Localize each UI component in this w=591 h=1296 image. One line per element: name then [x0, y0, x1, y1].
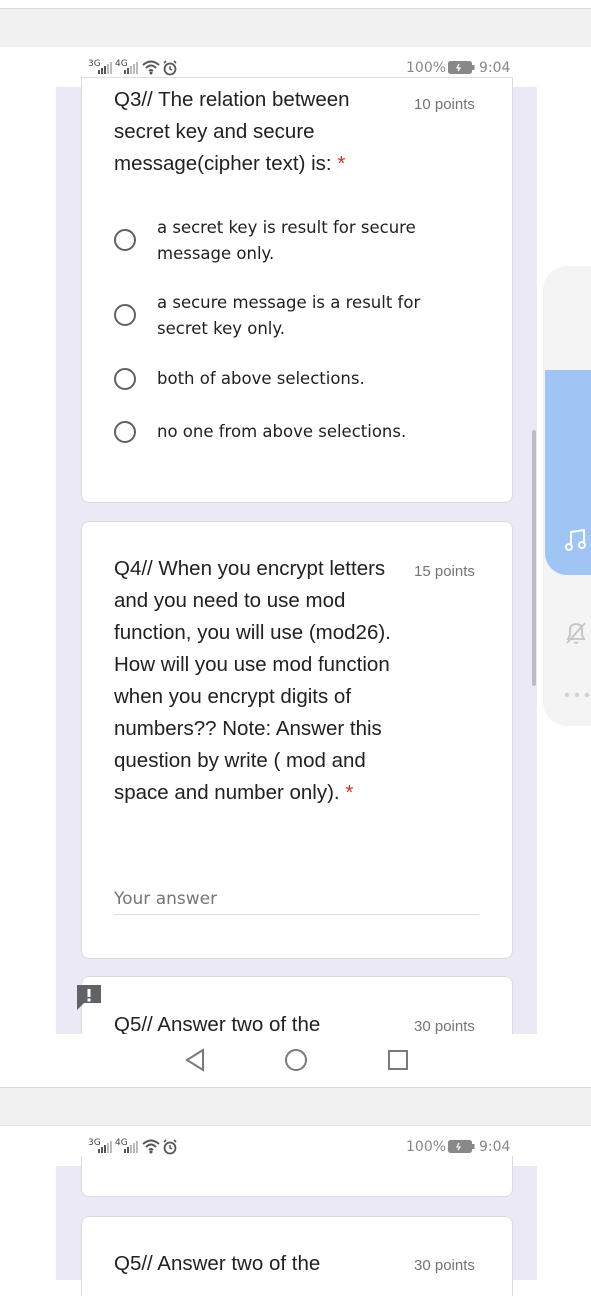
points-label: 30 points	[414, 1257, 475, 1274]
required-asterisk: *	[337, 152, 346, 175]
radio-button[interactable]	[114, 421, 136, 443]
navigation-bar	[0, 1034, 591, 1087]
battery-icon	[448, 1140, 475, 1153]
radio-option[interactable]: a secure message is a result for secret …	[114, 288, 474, 344]
radio-button[interactable]	[114, 304, 136, 326]
wifi-icon	[142, 60, 160, 75]
phone-screen-1: 3G 4G 100% 9:04 Q3// The relation betwee…	[0, 47, 591, 1087]
question-card-q5: Q5// Answer two of the 30 points	[81, 1216, 513, 1296]
mute-bell-icon[interactable]	[564, 620, 588, 646]
feedback-exclamation-icon[interactable]	[75, 983, 103, 1011]
clock: 9:04	[479, 1139, 511, 1155]
back-icon[interactable]	[184, 1048, 206, 1072]
signal-bars-icon	[98, 62, 112, 74]
radio-option[interactable]: a secret key is result for secure messag…	[114, 213, 474, 269]
form-background: Q5// Answer two of the 30 points	[56, 1156, 537, 1296]
option-label: a secure message is a result for secret …	[157, 293, 421, 338]
phone-screen-2: 3G 4G 100% 9:04 Q5// Answer two of the 3…	[0, 1126, 591, 1296]
more-dots-icon[interactable]	[564, 692, 590, 698]
screenshot-gap	[0, 1088, 591, 1125]
question-card-q4	[81, 1156, 513, 1197]
points-label: 30 points	[414, 1018, 475, 1035]
option-label: both of above selections.	[157, 369, 365, 388]
screenshot-gap-top	[0, 0, 591, 8]
question-card-q3: Q3// The relation between secret key and…	[81, 77, 513, 503]
scrollbar-thumb[interactable]	[532, 430, 536, 686]
question-title: Q4// When you encrypt letters and you ne…	[114, 553, 414, 809]
music-note-icon	[565, 528, 586, 551]
alarm-icon	[163, 1139, 177, 1155]
option-label: a secret key is result for secure messag…	[157, 218, 416, 263]
home-icon[interactable]	[285, 1049, 307, 1071]
battery-percent: 100%	[406, 60, 447, 76]
question-title: Q3// The relation between secret key and…	[114, 84, 384, 180]
radio-button[interactable]	[114, 368, 136, 390]
clock: 9:04	[479, 60, 511, 76]
radio-option[interactable]: no one from above selections.	[114, 418, 474, 448]
points-label: 10 points	[414, 96, 475, 113]
battery-percent: 100%	[406, 1139, 447, 1155]
question-text: Q4// When you encrypt letters and you ne…	[114, 557, 391, 804]
radio-button[interactable]	[114, 229, 136, 251]
battery-icon	[448, 61, 475, 74]
signal-bars-icon	[124, 1141, 138, 1153]
radio-option[interactable]: both of above selections.	[114, 365, 474, 395]
recents-icon[interactable]	[388, 1050, 408, 1070]
screenshot-gap	[0, 9, 591, 47]
alarm-icon	[163, 60, 177, 76]
signal-bars-icon	[98, 1141, 112, 1153]
option-label: no one from above selections.	[157, 422, 407, 441]
required-asterisk: *	[345, 781, 354, 804]
question-card-q4: Q4// When you encrypt letters and you ne…	[81, 521, 513, 959]
signal-bars-icon	[124, 62, 138, 74]
question-text: Q3// The relation between secret key and…	[114, 88, 350, 175]
points-label: 15 points	[414, 563, 475, 580]
floating-music-button[interactable]	[545, 370, 591, 575]
answer-input[interactable]	[114, 884, 479, 915]
form-background: Q3// The relation between secret key and…	[56, 77, 537, 1056]
wifi-icon	[142, 1139, 160, 1154]
question-text: Q5// Answer two of the	[114, 1252, 321, 1275]
